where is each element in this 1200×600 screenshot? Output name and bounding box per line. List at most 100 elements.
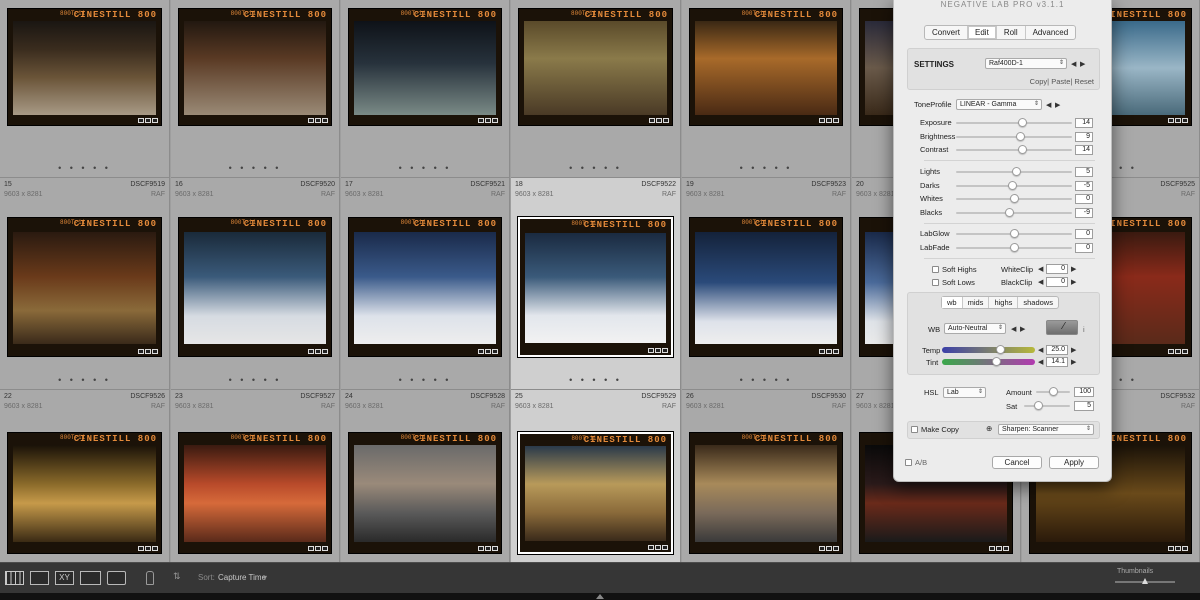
develop-badge-icon[interactable] [833,546,839,551]
chevron-down-icon[interactable]: ▾ [263,573,267,582]
develop-badge-icon[interactable] [662,545,668,550]
crop-badge-icon[interactable] [1175,349,1181,354]
darks-value[interactable]: -5 [1075,180,1093,191]
grid-cell[interactable]: 26 DSCF9530 9603 x 8281 RAF CINESTILL 800 800… [682,390,851,566]
comment-badge-icon[interactable] [138,546,144,551]
blacks-value[interactable]: -9 [1075,207,1093,218]
comment-badge-icon[interactable] [1168,546,1174,551]
comment-badge-icon[interactable] [989,546,995,551]
next-arrow-icon[interactable]: ▶ [1020,325,1025,333]
crop-badge-icon[interactable] [655,545,661,550]
tone-profile-dropdown[interactable]: LINEAR - Gamma ⇕ [956,99,1042,110]
temp-slider-knob[interactable] [995,345,1005,354]
photo-thumbnail[interactable]: CINESTILL 800800T-11 [348,432,502,554]
develop-badge-icon[interactable] [833,118,839,123]
cancel-button[interactable]: Cancel [992,456,1042,469]
develop-badge-icon[interactable] [833,349,839,354]
subtab-highs[interactable]: highs [989,297,1019,308]
crop-badge-icon[interactable] [826,546,832,551]
develop-badge-icon[interactable] [152,118,158,123]
sat-slider-knob[interactable] [1033,401,1043,410]
cell-rating-dots[interactable]: • • • • • [511,164,680,173]
people-view-icon[interactable] [107,571,126,585]
grid-cell[interactable]: CINESTILL 800800T-11 • • • • • [171,0,340,178]
prev-arrow-icon[interactable]: ◀ [1038,358,1043,366]
comment-badge-icon[interactable] [648,545,654,550]
thumbnail-size-slider[interactable] [1115,578,1175,584]
crop-badge-icon[interactable] [826,118,832,123]
sat-value[interactable]: 5 [1074,401,1094,411]
grid-cell[interactable]: 16 DSCF9520 9603 x 8281 RAF CINESTILL 800 800… [171,178,340,390]
photo-thumbnail[interactable]: CINESTILL 800800T-11 [178,432,332,554]
photo-thumbnail[interactable]: CINESTILL 800800T-11 [7,432,162,554]
cell-rating-dots[interactable]: • • • • • [0,164,169,173]
photo-thumbnail[interactable]: CINESTILL 800800T-11 [178,8,332,126]
tab-convert[interactable]: Convert [925,26,969,39]
develop-badge-icon[interactable] [1182,349,1188,354]
compare-view-icon[interactable]: XY [55,571,74,585]
crop-badge-icon[interactable] [485,349,491,354]
crop-badge-icon[interactable] [1175,118,1181,123]
comment-badge-icon[interactable] [649,118,655,123]
photo-thumbnail[interactable]: CINESTILL 800800T-11 [689,217,843,357]
cell-rating-dots[interactable]: • • • • • [171,376,339,385]
sat-slider-track[interactable] [1024,405,1070,407]
eyedropper-button[interactable]: ⁄ [1046,320,1078,335]
crop-badge-icon[interactable] [315,118,321,123]
next-arrow-icon[interactable]: ▶ [1080,60,1085,68]
blackclip-value[interactable]: 0 [1046,277,1068,287]
develop-badge-icon[interactable] [492,546,498,551]
cell-rating-dots[interactable]: • • • • • [341,376,509,385]
sort-direction-icon[interactable]: ⇅ [173,571,181,582]
add-preset-icon[interactable]: ⊕ [986,424,992,433]
comment-badge-icon[interactable] [819,546,825,551]
labglow-value[interactable]: 0 [1075,229,1093,239]
grid-cell[interactable]: CINESTILL 800800T-11 • • • • • [682,0,851,178]
photo-thumbnail[interactable]: CINESTILL 800800T-11 [689,432,843,554]
soft-lows-checkbox[interactable] [932,279,939,286]
crop-badge-icon[interactable] [315,349,321,354]
tint-value[interactable]: 14.1 [1046,357,1068,367]
prev-arrow-icon[interactable]: ◀ [1046,101,1051,109]
photo-thumbnail[interactable]: CINESTILL 800800T-11 [7,217,162,357]
thumbnail-size-knob[interactable] [1142,578,1148,584]
apply-button[interactable]: Apply [1049,456,1099,469]
tab-roll[interactable]: Roll [997,26,1026,39]
info-icon[interactable]: i [1083,325,1085,334]
make-copy-checkbox[interactable] [911,426,918,433]
cell-rating-dots[interactable]: • • • • • [0,376,169,385]
filmstrip-toggle[interactable] [0,593,1200,600]
prev-arrow-icon[interactable]: ◀ [1038,346,1043,354]
develop-badge-icon[interactable] [492,349,498,354]
grid-view-icon[interactable] [5,571,24,585]
develop-badge-icon[interactable] [1003,546,1009,551]
comment-badge-icon[interactable] [138,349,144,354]
brightness-slider-track[interactable] [956,135,1072,138]
cell-rating-dots[interactable]: • • • • • [682,164,850,173]
prev-arrow-icon[interactable]: ◀ [1038,265,1043,273]
photo-thumbnail[interactable]: CINESTILL 800800T-11 [517,216,674,358]
crop-badge-icon[interactable] [315,546,321,551]
photo-thumbnail[interactable]: CINESTILL 800800T-11 [348,217,502,357]
tab-edit[interactable]: Edit [968,26,997,39]
sharpen-dropdown[interactable]: Sharpen: Scanner ⇕ [998,424,1094,435]
comment-badge-icon[interactable] [478,349,484,354]
survey-view-icon[interactable] [80,571,101,585]
tint-slider-knob[interactable] [991,357,1001,366]
comment-badge-icon[interactable] [308,118,314,123]
subtab-mids[interactable]: mids [963,297,990,308]
exposure-value[interactable]: 14 [1075,118,1093,128]
copy-paste-reset-links[interactable]: Copy| Paste| Reset [1030,77,1094,86]
grid-cell[interactable]: CINESTILL 800800T-11 • • • • • [341,0,510,178]
crop-badge-icon[interactable] [145,118,151,123]
crop-badge-icon[interactable] [485,546,491,551]
photo-thumbnail[interactable]: CINESTILL 800800T-11 [348,8,502,126]
contrast-value[interactable]: 14 [1075,145,1093,155]
crop-badge-icon[interactable] [996,546,1002,551]
wb-dropdown[interactable]: Auto-Neutral ⇕ [944,323,1006,334]
brightness-value[interactable]: 9 [1075,131,1093,142]
comment-badge-icon[interactable] [1168,349,1174,354]
settings-dropdown[interactable]: Raf400D-1 ⇕ [985,58,1067,69]
grid-cell[interactable]: CINESTILL 800800T-11 • • • • • [511,0,681,178]
labfade-slider-knob[interactable] [1010,242,1019,252]
